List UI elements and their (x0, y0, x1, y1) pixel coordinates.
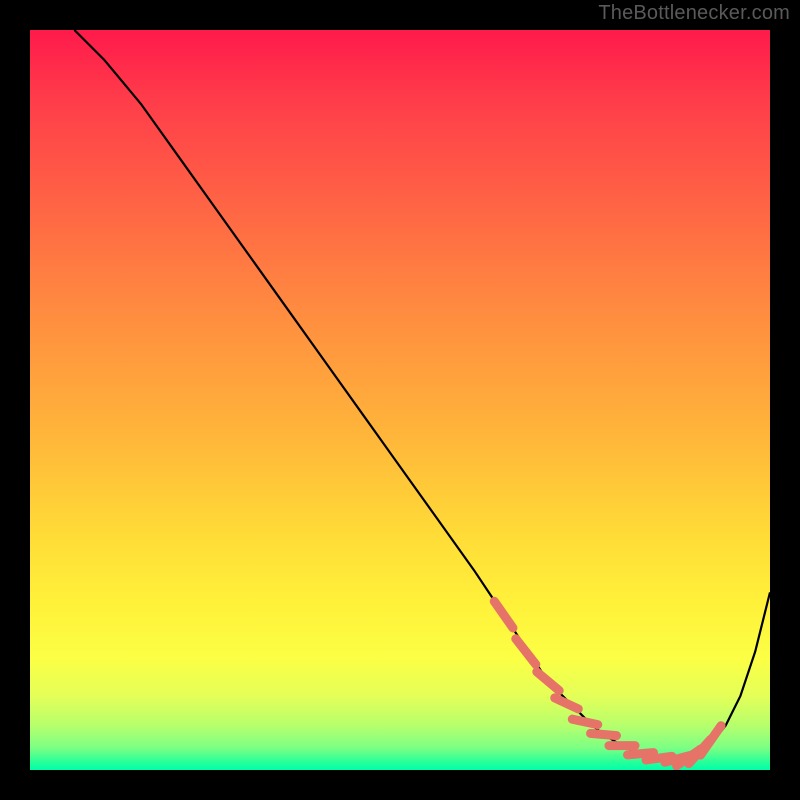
highlight-dash (555, 698, 579, 709)
highlight-dash (701, 726, 722, 755)
highlight-dash (516, 639, 536, 665)
highlight-markers (494, 601, 721, 766)
highlight-dash (537, 672, 559, 691)
highlight-dash (628, 753, 654, 755)
chart-overlay-svg (30, 30, 770, 770)
plot-area (30, 30, 770, 770)
highlight-dash (494, 601, 513, 628)
attribution-label: TheBottlenecker.com (598, 2, 790, 25)
chart-frame: TheBottlenecker.com (0, 0, 800, 800)
highlight-dash (572, 719, 597, 724)
bottleneck-curve (74, 30, 770, 759)
highlight-dash (591, 733, 617, 735)
